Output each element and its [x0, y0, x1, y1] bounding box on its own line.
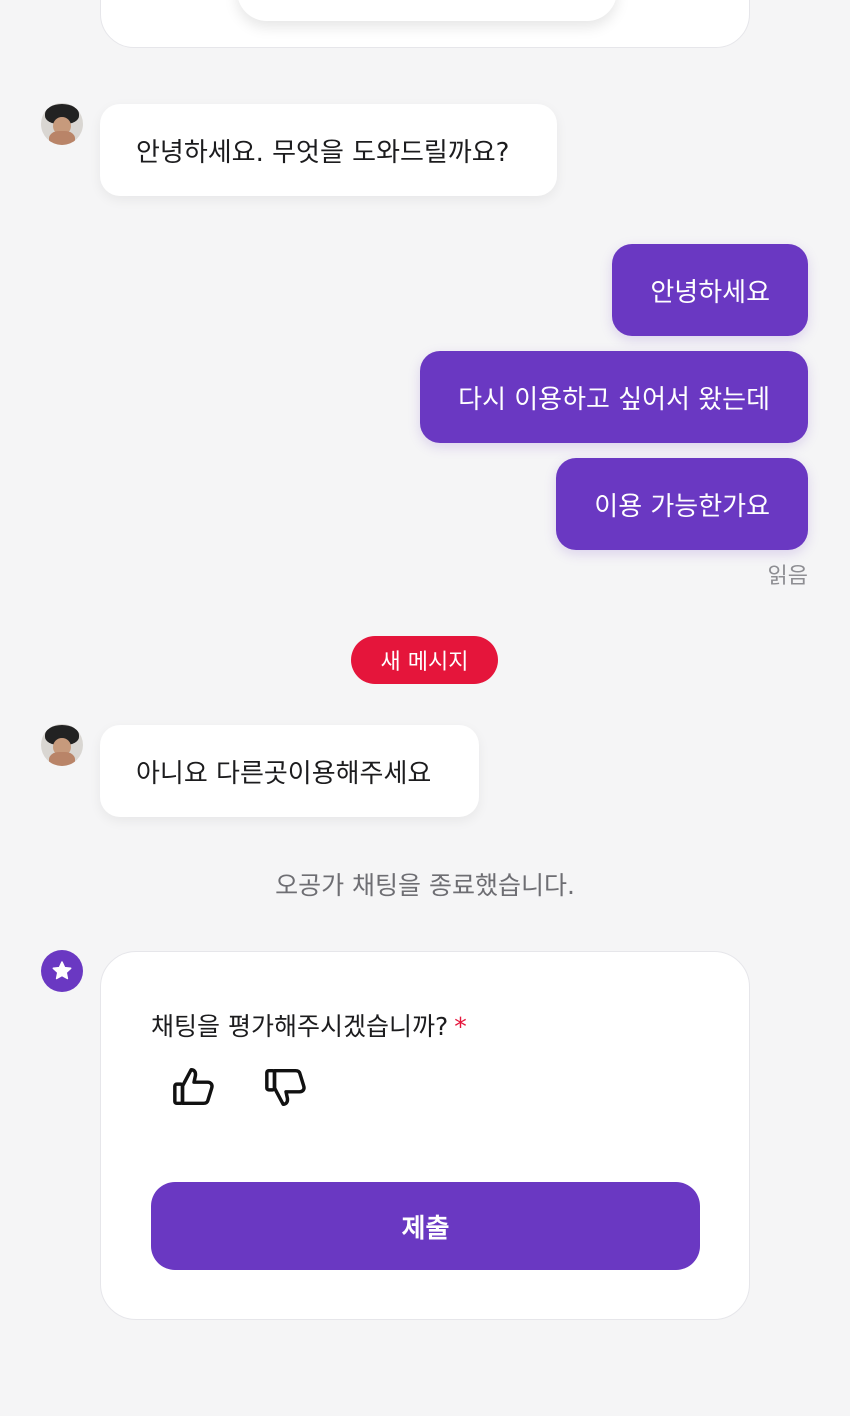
agent-avatar	[41, 724, 83, 766]
incoming-message: 안녕하세요. 무엇을 도와드릴까요?	[100, 104, 557, 196]
required-mark: *	[454, 1012, 467, 1041]
rating-card: 채팅을 평가해주시겠습니까? * 제출	[100, 951, 750, 1320]
rating-question: 채팅을 평가해주시겠습니까? *	[151, 1007, 467, 1043]
star-icon	[41, 950, 83, 992]
outgoing-message: 안녕하세요	[612, 244, 808, 336]
read-status: 읽음	[767, 564, 808, 589]
thumbs-down-icon[interactable]	[261, 1062, 311, 1112]
previous-card	[100, 0, 750, 48]
thumbs-up-icon[interactable]	[169, 1062, 219, 1112]
outgoing-message: 다시 이용하고 싶어서 왔는데	[420, 351, 808, 443]
rating-question-text: 채팅을 평가해주시겠습니까?	[151, 1012, 449, 1041]
previous-card-button[interactable]	[237, 0, 617, 21]
agent-avatar	[41, 103, 83, 145]
outgoing-message: 이용 가능한가요	[556, 458, 808, 550]
submit-button[interactable]: 제출	[151, 1182, 700, 1270]
incoming-message: 아니요 다른곳이용해주세요	[100, 725, 479, 817]
chat-ended-message: 오공가 채팅을 종료했습니다.	[275, 871, 575, 900]
new-message-divider: 새 메시지	[351, 636, 498, 684]
